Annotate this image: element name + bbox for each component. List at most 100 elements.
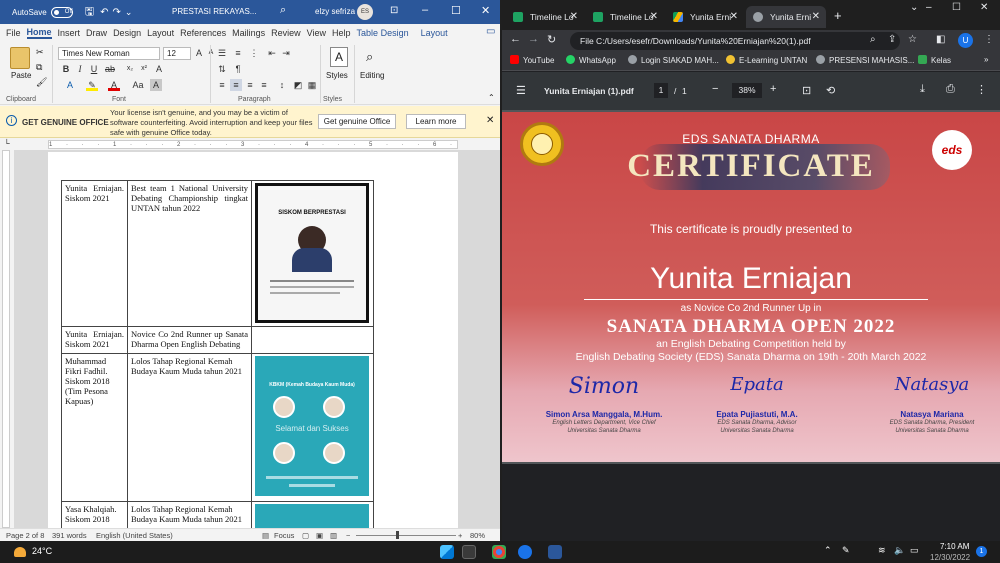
grow-font-icon[interactable]: A [193,47,205,59]
bullets-icon[interactable]: ☰ [216,47,228,59]
clear-format-icon[interactable]: A [153,63,165,75]
read-mode-icon[interactable]: ▢ [302,531,309,540]
table-cell-photo[interactable] [251,326,374,354]
ribbon-display-icon[interactable]: ⊡ [390,5,398,16]
notification-badge[interactable]: 1 [976,546,987,557]
document-title[interactable]: PRESTASI REKAYAS... [172,7,256,16]
close-icon[interactable]: ✕ [980,2,988,13]
pdf-more-icon[interactable]: ⋮ [976,83,987,96]
bold-icon[interactable]: B [60,63,72,75]
align-center-icon[interactable]: ≡ [230,79,242,91]
browser-tab-active[interactable]: Yunita Erni ✕ [746,6,826,28]
cut-icon[interactable]: ✂ [36,47,44,58]
styles-label[interactable]: Styles [326,71,348,80]
table-cell-photo[interactable]: KBKM (Kemah Budaya Kaum Muda) Selamat da… [251,353,374,502]
copy-icon[interactable]: ⧉ [36,62,42,73]
achievement-poster-image[interactable]: KBKM (Kemah Budaya Kaum Muda) Selamat da… [255,356,369,496]
bookmarks-overflow-icon[interactable]: » [984,55,988,64]
achievement-table[interactable]: Yunita Erniajan. Siskom 2021 Best team 1… [61,180,374,528]
align-right-icon[interactable]: ≡ [244,79,256,91]
back-icon[interactable]: ← [510,33,521,45]
minimize-icon[interactable]: – [422,4,428,16]
bookmark-youtube[interactable]: YouTube [510,55,554,65]
volume-icon[interactable]: 🔈 [894,545,905,556]
tab-draw[interactable]: Draw [86,28,107,38]
editing-search-icon[interactable]: ⌕ [366,49,373,65]
strikethrough-icon[interactable]: ab [104,63,116,75]
table-cell-achievement[interactable]: Novice Co 2nd Runner up Sanata Dharma Op… [127,326,252,354]
tab-table-layout[interactable]: Layout [421,28,448,38]
achievement-poster-image[interactable]: SISKOM BERPRESTASI [255,183,369,323]
side-panel-icon[interactable]: ◧ [936,34,945,45]
redo-icon[interactable]: ↷ [112,7,120,18]
forward-icon[interactable]: → [528,33,539,45]
borders-icon[interactable]: ▦ [306,79,318,91]
word-count[interactable]: 391 words [52,531,87,540]
line-spacing-icon[interactable]: ↕ [276,79,288,91]
tab-close-icon[interactable]: ✕ [730,6,738,28]
zoom-out-icon[interactable]: − [346,531,350,540]
bookmark-siakad[interactable]: Login SIAKAD MAH... [628,55,719,65]
page-count[interactable]: Page 2 of 8 [6,531,44,540]
bookmark-star-icon[interactable]: ☆ [908,34,917,45]
pen-icon[interactable]: ✎ [842,545,850,556]
tab-home[interactable]: Home [26,27,52,39]
tab-close-icon[interactable]: ✕ [650,6,658,28]
maximize-icon[interactable]: ☐ [952,2,961,13]
search-icon[interactable]: ⌕ [280,4,286,17]
zoom-out-icon[interactable]: − [712,83,718,95]
font-size-select[interactable]: 12 [163,47,191,60]
chrome-menu-icon[interactable]: ⋮ [984,34,994,45]
address-input[interactable]: File C:/Users/esefr/Downloads/Yunita%20E… [570,32,900,50]
word-taskbar-icon[interactable] [548,545,562,559]
tab-layout[interactable]: Layout [147,28,174,38]
zoom-level[interactable]: 80% [470,531,485,540]
paste-label[interactable]: Paste [11,71,31,80]
font-name-select[interactable]: Times New Roman [58,47,160,60]
download-icon[interactable]: ⤓ [920,83,925,96]
language-status[interactable]: English (United States) [96,531,173,540]
format-painter-icon[interactable]: 🖌 [36,77,47,88]
bookmark-kelas[interactable]: Kelas [918,55,951,65]
comment-icon[interactable]: ▭ [486,26,495,37]
align-left-icon[interactable]: ≡ [216,79,228,91]
table-cell-photo[interactable] [251,501,374,528]
tab-references[interactable]: References [180,28,226,38]
paste-icon[interactable] [10,47,30,69]
horizontal-ruler[interactable]: └ 1 · · · 1 · · · 2 · · · 3 · · · 4 · · … [0,139,500,150]
tab-design[interactable]: Design [113,28,141,38]
table-cell-name[interactable]: Yunita Erniajan. Siskom 2021 [61,180,128,327]
tab-mailings[interactable]: Mailings [232,28,265,38]
show-hidden-icons[interactable]: ⌃ [824,545,832,556]
tab-selector-icon[interactable]: └ [4,139,10,148]
highlight-icon[interactable]: ✎ [86,79,98,91]
get-genuine-office-button[interactable]: Get genuine Office [318,114,396,129]
battery-icon[interactable]: ▭ [910,545,919,556]
char-shading-icon[interactable]: A [150,79,162,91]
table-cell-name[interactable]: Muhammad Fikri Fadhil. Siskom 2018 (Tim … [61,353,128,502]
undo-icon[interactable]: ↶ [100,7,108,18]
tab-review[interactable]: Review [271,28,301,38]
tab-help[interactable]: Help [332,28,351,38]
sort-icon[interactable]: ⇅ [216,63,228,75]
learn-more-button[interactable]: Learn more [406,114,466,129]
close-icon[interactable]: ✕ [481,4,490,17]
maximize-icon[interactable]: ☐ [451,4,461,17]
task-view-icon[interactable] [462,545,476,559]
customize-qat-icon[interactable]: ⌄ [125,7,133,18]
rotate-icon[interactable]: ⟲ [826,84,835,97]
increase-indent-icon[interactable]: ⇥ [280,47,292,59]
editing-label[interactable]: Editing [360,71,384,80]
italic-icon[interactable]: I [74,63,86,75]
tab-close-icon[interactable]: ✕ [812,6,820,28]
page-number-input[interactable]: 1 [654,83,668,98]
zoom-in-icon[interactable]: + [770,83,776,95]
weather-temperature[interactable]: 24°C [32,546,52,556]
achievement-poster-image[interactable] [255,504,369,528]
zoom-slider[interactable] [356,535,456,536]
table-cell-achievement[interactable]: Lolos Tahap Regional Kemah Budaya Kaum M… [127,353,252,502]
subscript-icon[interactable]: x₂ [124,63,136,75]
numbering-icon[interactable]: ≡ [232,47,244,59]
browser-tab[interactable]: Yunita Erni ✕ [666,6,744,28]
minimize-icon[interactable]: – [926,2,932,13]
